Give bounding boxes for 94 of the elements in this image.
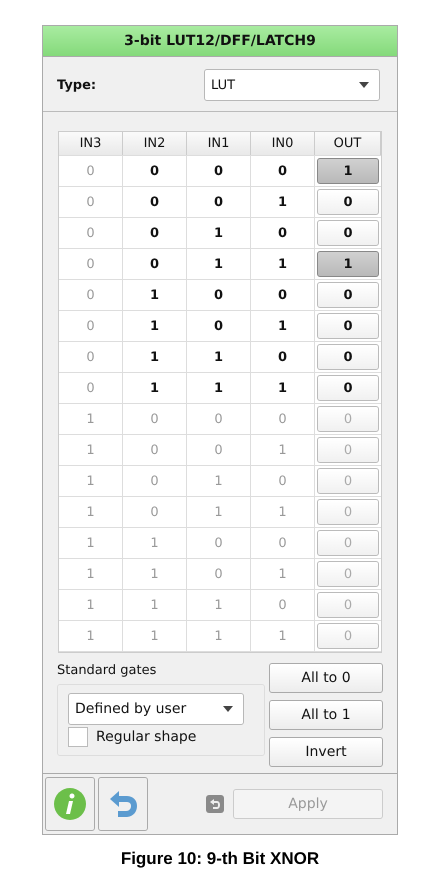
table-cell: 1 [59, 559, 123, 589]
figure-caption: Figure 10: 9-th Bit XNOR [120, 849, 320, 869]
action-button[interactable]: All to 1 [269, 700, 383, 730]
table-cell: 0 [123, 497, 187, 527]
revert-icon [206, 795, 224, 813]
column-header: IN3 [59, 132, 123, 155]
output-toggle[interactable]: 0 [317, 344, 379, 370]
undo-button[interactable] [98, 777, 148, 831]
table-cell: 0 [251, 404, 315, 434]
caret-icon [359, 82, 369, 88]
table-cell: 1 [123, 621, 187, 651]
column-header: OUT [315, 132, 381, 155]
table-cell: 0 [123, 156, 187, 186]
type-label: Type: [57, 78, 98, 92]
panel-title: 3-bit LUT12/DFF/LATCH9 [43, 26, 397, 57]
table-cell: 1 [59, 621, 123, 651]
table-cell: 1 [123, 373, 187, 403]
table-cell: 1 [123, 311, 187, 341]
table-cell: 0 [187, 187, 251, 217]
table-cell: 1 [251, 249, 315, 279]
standard-gates-label: Standard gates [57, 663, 158, 678]
gates-dropdown[interactable]: Defined by user [68, 693, 244, 725]
table-cell: 0 [187, 311, 251, 341]
table-cell: 0 [251, 590, 315, 620]
table-cell: 0 [123, 435, 187, 465]
table-cell: 0 [123, 218, 187, 248]
table-cell: 1 [187, 342, 251, 372]
table-cell: 1 [123, 590, 187, 620]
table-cell: 1 [59, 528, 123, 558]
table-cell: 1 [187, 590, 251, 620]
table-cell: 0 [187, 528, 251, 558]
output-toggle[interactable]: 0 [317, 313, 379, 339]
output-toggle[interactable]: 0 [317, 220, 379, 246]
table-cell: 1 [59, 404, 123, 434]
table-cell: 0 [59, 249, 123, 279]
caret-icon [223, 706, 233, 712]
table-cell: 1 [251, 373, 315, 403]
column-header: IN0 [251, 132, 315, 155]
table-cell: 0 [187, 156, 251, 186]
table-cell: 0 [251, 466, 315, 496]
checkbox-label: Regular shape [96, 729, 196, 745]
info-icon [53, 787, 87, 821]
table-cell: 0 [123, 466, 187, 496]
table-cell: 0 [59, 280, 123, 310]
table-cell: 0 [251, 156, 315, 186]
table-cell: 0 [59, 373, 123, 403]
output-toggle[interactable]: 0 [317, 375, 379, 401]
table-cell: 1 [123, 342, 187, 372]
output-toggle[interactable]: 0 [317, 189, 379, 215]
table-cell: 0 [123, 249, 187, 279]
table-cell: 0 [59, 311, 123, 341]
table-cell: 0 [59, 342, 123, 372]
table-cell: 1 [251, 497, 315, 527]
output-toggle[interactable]: 1 [317, 158, 379, 184]
table-cell: 0 [59, 187, 123, 217]
table-cell: 0 [59, 218, 123, 248]
table-cell: 1 [59, 590, 123, 620]
table-cell: 0 [187, 559, 251, 589]
info-button[interactable] [45, 777, 95, 831]
table-cell: 1 [123, 280, 187, 310]
table-cell: 0 [59, 156, 123, 186]
table-cell: 1 [187, 218, 251, 248]
table-cell: 1 [187, 621, 251, 651]
type-dropdown[interactable]: LUT [204, 69, 380, 101]
column-header: IN1 [187, 132, 251, 155]
action-button[interactable]: All to 0 [269, 663, 383, 693]
table-cell: 0 [251, 528, 315, 558]
table-cell: 1 [59, 497, 123, 527]
table-cell: 1 [59, 435, 123, 465]
table-cell: 0 [123, 404, 187, 434]
column-header: IN2 [123, 132, 187, 155]
table-cell: 1 [123, 559, 187, 589]
table-cell: 1 [251, 621, 315, 651]
action-button[interactable]: Invert [269, 737, 383, 767]
table-cell: 0 [123, 187, 187, 217]
table-cell: 0 [187, 280, 251, 310]
output-toggle[interactable]: 1 [317, 251, 379, 277]
table-cell: 1 [251, 187, 315, 217]
checkbox[interactable] [68, 727, 88, 747]
table-cell: 1 [251, 311, 315, 341]
table-cell: 0 [251, 280, 315, 310]
table-cell: 1 [251, 435, 315, 465]
table-cell: 1 [123, 528, 187, 558]
table-cell: 1 [187, 373, 251, 403]
table-cell: 0 [251, 342, 315, 372]
table-cell: 1 [187, 466, 251, 496]
output-toggle[interactable]: 0 [317, 282, 379, 308]
table-cell: 0 [251, 218, 315, 248]
table-cell: 0 [187, 404, 251, 434]
table-cell: 1 [251, 559, 315, 589]
table-cell: 1 [187, 497, 251, 527]
table-cell: 0 [187, 435, 251, 465]
table-cell: 1 [187, 249, 251, 279]
table-cell: 1 [59, 466, 123, 496]
